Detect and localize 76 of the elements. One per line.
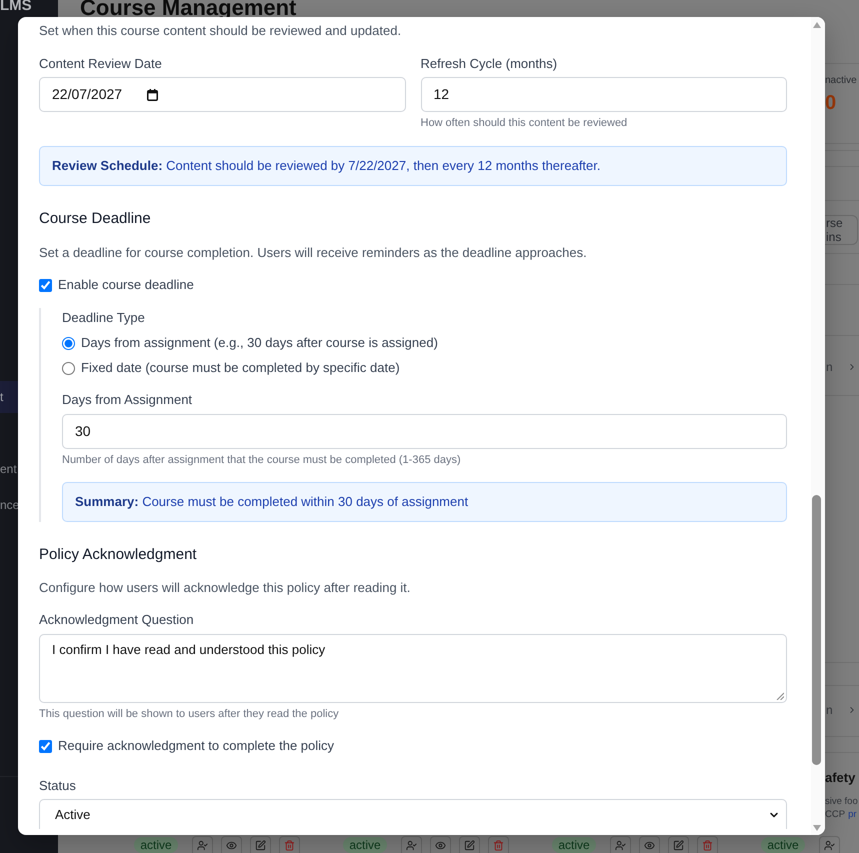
checkbox[interactable] [39,740,52,752]
review-schedule-notice: Review Schedule: Content should be reviewed by 7/22/2027, then every 12 months thereafter. [39,146,787,186]
field-label: Content Review Date [39,55,162,73]
field-label: Status [39,777,76,795]
edit-button[interactable] [668,836,689,853]
radio-label: Fixed date (course must be completed by specific date) [81,359,400,377]
page-title: Course Management [80,0,296,19]
trash-icon [702,840,713,850]
course-tag-text: CCP [825,809,846,821]
field-label: Days from Assignment [62,391,192,409]
assign-button[interactable] [192,836,213,853]
section-heading: Course Deadline [39,209,151,229]
user-check-icon [197,840,208,850]
assign-button[interactable] [401,836,422,853]
edit-icon [673,840,684,850]
date-input[interactable]: 22/07/2027 [39,77,406,112]
edit-icon [255,840,266,850]
assign-button[interactable] [610,836,631,853]
status-badge: active [134,837,178,853]
status-badge: active [761,837,805,853]
radio-button[interactable] [62,336,75,350]
scrollbar-thumb[interactable] [812,495,821,765]
view-button[interactable] [221,836,242,853]
status-select[interactable]: Active [39,799,787,829]
user-check-icon [615,840,626,850]
trash-icon [284,840,295,850]
assign-button[interactable] [819,836,840,853]
field-label: Refresh Cycle (months) [420,55,558,73]
section-heading: Policy Acknowledgment [39,545,197,565]
sidebar-item[interactable]: ent [0,453,18,485]
delete-button[interactable] [697,836,718,853]
row-label: n [826,360,833,374]
scrollbar-track[interactable] [811,17,825,835]
number-input[interactable]: 12 [420,77,787,112]
number-input[interactable]: 30 [62,414,787,449]
question-textarea[interactable]: I confirm I have read and understood this policy [39,634,787,703]
checkbox-label: Enable course deadline [58,276,194,294]
stat-value: 0 [825,92,836,114]
view-button[interactable] [639,836,660,853]
stat-label: nactive [825,74,857,87]
sidebar-item[interactable]: nce [0,489,18,521]
delete-button[interactable] [488,836,509,853]
eye-icon [435,840,446,850]
eye-icon [226,840,237,850]
course-description: sive foo [825,796,858,808]
field-hint: This question will be shown to users after they read the policy [39,707,339,722]
user-check-icon [406,840,417,850]
user-check-icon [824,840,835,850]
deadline-summary-notice: Summary: Course must be completed within 30 days of assignment [62,482,787,522]
calendar-icon[interactable] [147,88,158,100]
sidebar-item[interactable]: t [0,381,18,413]
radio-button[interactable] [62,362,75,374]
checkbox[interactable] [39,278,52,292]
checkbox-label: Require acknowledgment to complete the policy [58,737,334,755]
status-badge: active [552,837,596,853]
edit-button[interactable] [459,836,480,853]
section-description: Set when this course content should be reviewed and updated. [39,22,402,40]
field-label: Deadline Type [62,309,145,327]
resize-handle-icon[interactable] [776,692,784,700]
field-hint: How often should this content be reviewed [420,116,628,131]
edit-button[interactable] [250,836,271,853]
eye-icon [644,840,655,850]
scroll-down-icon[interactable] [813,825,821,831]
field-label: Acknowledgment Question [39,611,194,629]
scroll-up-icon[interactable] [813,22,821,28]
course-title: afety [825,770,856,786]
view-button[interactable] [430,836,451,853]
edit-icon [464,840,475,850]
field-hint: Number of days after assignment that the course must be completed (1-365 days) [62,453,461,468]
row-label: n [826,703,833,717]
status-badge: active [343,837,387,853]
section-description: Configure how users will acknowledge this policy after reading it. [39,579,410,597]
trash-icon [493,840,504,850]
section-description: Set a deadline for course completion. Users will receive reminders as the deadline approaches. [39,244,587,262]
delete-button[interactable] [279,836,300,853]
radio-label: Days from assignment (e.g., 30 days after course is assigned) [81,334,438,352]
